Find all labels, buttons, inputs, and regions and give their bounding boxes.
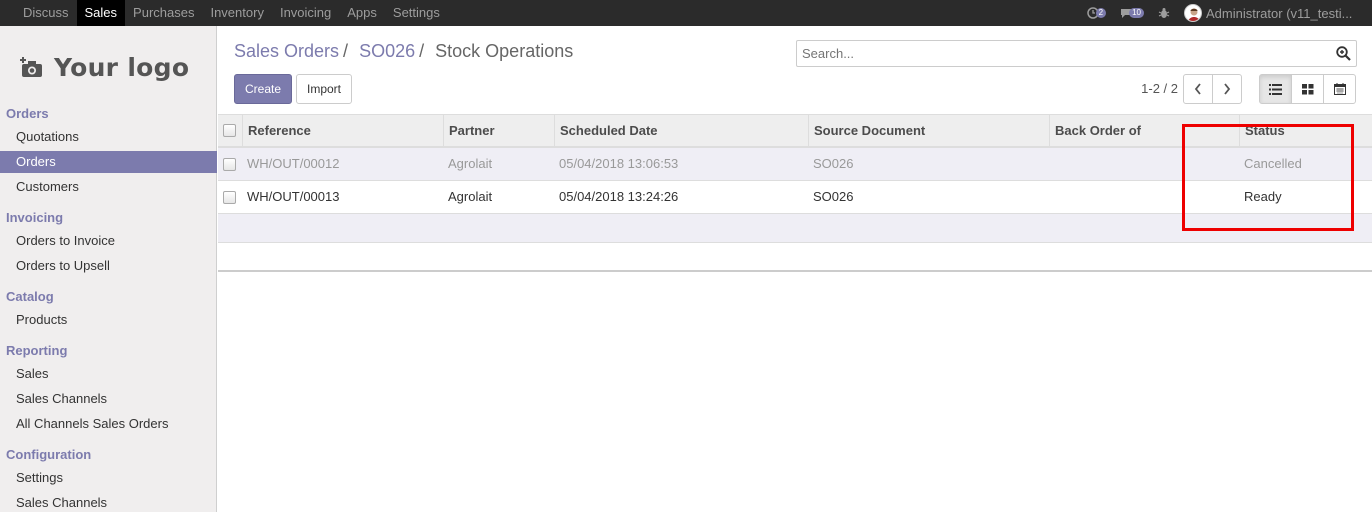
search-input[interactable] — [797, 41, 1317, 66]
list-view-button[interactable] — [1259, 74, 1292, 104]
logo-text: Your logo — [54, 52, 190, 82]
kanban-view-button[interactable] — [1291, 74, 1324, 104]
menu-sales[interactable]: Sales — [76, 0, 126, 26]
menu-inventory[interactable]: Inventory — [202, 0, 271, 26]
breadcrumb-so026[interactable]: SO026 — [359, 41, 415, 61]
menu-apps[interactable]: Apps — [339, 0, 385, 26]
cell-partner: Agrolait — [448, 189, 493, 204]
breadcrumb-separator: / — [343, 41, 349, 61]
user-name: Administrator (v11_testi... — [1206, 5, 1353, 21]
cell-scheduled-date: 05/04/2018 13:06:53 — [559, 156, 679, 171]
sidebar: Your logo Orders Quotations Orders Custo… — [0, 26, 217, 512]
select-all-checkbox[interactable] — [223, 124, 236, 137]
column-header-partner[interactable]: Partner — [443, 115, 555, 147]
list-icon — [1269, 83, 1282, 95]
sidebar-item-products[interactable]: Products — [0, 309, 217, 331]
column-header-reference[interactable]: Reference — [242, 115, 444, 147]
sidebar-item-orders[interactable]: Orders — [0, 151, 217, 173]
sidebar-item-orders-to-upsell[interactable]: Orders to Upsell — [0, 255, 217, 277]
status-highlight-box — [1182, 124, 1354, 231]
cell-back-order-of — [1049, 148, 1054, 180]
menu-invoicing[interactable]: Invoicing — [272, 0, 339, 26]
activity-button[interactable]: 2 — [1086, 7, 1107, 19]
cell-reference: WH/OUT/00013 — [247, 189, 340, 204]
message-count-badge: 10 — [1129, 8, 1144, 18]
cell-source-document: SO026 — [813, 156, 854, 171]
app-menu: Discuss Sales Purchases Inventory Invoic… — [15, 0, 448, 26]
breadcrumb-sales-orders[interactable]: Sales Orders — [234, 41, 339, 61]
chevron-right-icon — [1224, 83, 1231, 95]
page-title: Stock Operations — [435, 41, 574, 61]
column-header-scheduled-date[interactable]: Scheduled Date — [554, 115, 809, 147]
table-footer — [218, 243, 1372, 272]
create-button[interactable]: Create — [234, 74, 292, 104]
breadcrumb-separator: / — [419, 41, 425, 61]
cell-scheduled-date: 05/04/2018 13:24:26 — [559, 189, 679, 204]
avatar — [1184, 4, 1202, 22]
row-checkbox[interactable] — [223, 191, 236, 204]
kanban-icon — [1301, 83, 1313, 94]
company-logo[interactable]: Your logo — [20, 41, 198, 93]
column-header-source-document[interactable]: Source Document — [808, 115, 1050, 147]
pager-next-button[interactable] — [1212, 74, 1242, 104]
sidebar-item-config-settings[interactable]: Settings — [0, 467, 217, 489]
cell-reference: WH/OUT/00012 — [247, 156, 340, 171]
sidebar-item-reporting-sales-channels[interactable]: Sales Channels — [0, 388, 217, 410]
menu-discuss[interactable]: Discuss — [15, 0, 77, 26]
messaging-button[interactable]: 10 — [1120, 8, 1144, 19]
calendar-icon — [1333, 83, 1346, 95]
section-reporting: Reporting — [6, 343, 68, 358]
activity-count-badge: 2 — [1095, 8, 1107, 18]
sidebar-item-config-sales-channels[interactable]: Sales Channels — [0, 492, 217, 514]
cell-partner: Agrolait — [448, 156, 493, 171]
pager-value[interactable]: 1-2 / 2 — [1120, 81, 1178, 96]
section-invoicing: Invoicing — [6, 210, 64, 225]
search-box — [796, 40, 1357, 67]
bug-icon — [1158, 8, 1170, 18]
search-icon[interactable] — [1336, 46, 1351, 64]
top-navbar: Discuss Sales Purchases Inventory Invoic… — [0, 0, 1372, 26]
calendar-view-button[interactable] — [1323, 74, 1356, 104]
section-orders: Orders — [6, 106, 49, 121]
user-menu[interactable]: Administrator (v11_testi... — [1184, 4, 1366, 22]
cell-back-order-of — [1049, 181, 1054, 213]
chevron-left-icon — [1194, 83, 1201, 95]
cell-source-document: SO026 — [813, 189, 854, 204]
row-checkbox[interactable] — [223, 158, 236, 171]
sidebar-item-customers[interactable]: Customers — [0, 176, 217, 198]
sidebar-item-reporting-sales[interactable]: Sales — [0, 363, 217, 385]
sidebar-item-orders-to-invoice[interactable]: Orders to Invoice — [0, 230, 217, 252]
sidebar-item-quotations[interactable]: Quotations — [0, 126, 217, 148]
import-button[interactable]: Import — [296, 74, 352, 104]
menu-settings[interactable]: Settings — [385, 0, 448, 26]
breadcrumb: Sales Orders / SO026/ Stock Operations — [234, 41, 573, 62]
sidebar-item-all-channels-sales-orders[interactable]: All Channels Sales Orders — [0, 413, 217, 435]
camera-icon — [20, 57, 42, 77]
section-configuration: Configuration — [6, 447, 92, 462]
section-catalog: Catalog — [6, 289, 54, 304]
menu-purchases[interactable]: Purchases — [125, 0, 202, 26]
debug-button[interactable] — [1158, 7, 1170, 19]
pager-previous-button[interactable] — [1183, 74, 1213, 104]
